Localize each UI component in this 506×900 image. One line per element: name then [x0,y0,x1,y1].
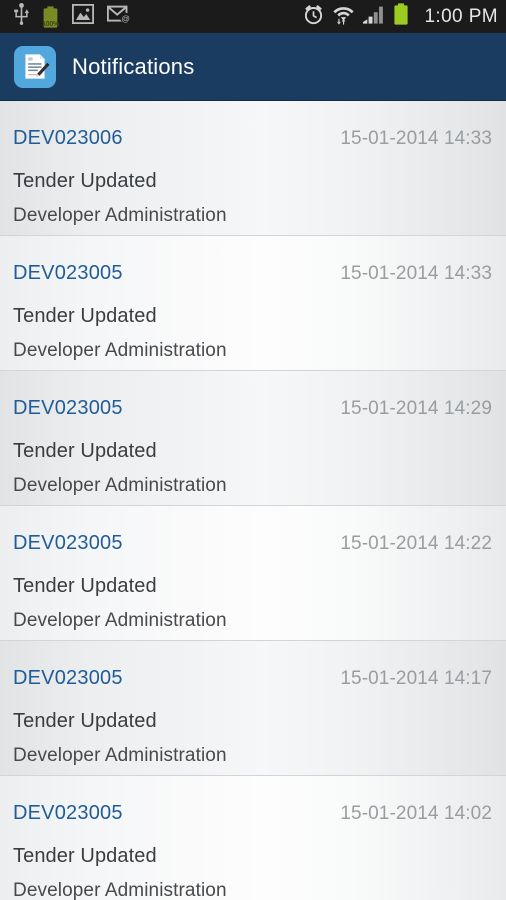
email-icon: @ [106,4,132,29]
notification-id[interactable]: DEV023005 [13,397,123,420]
battery-percent-label: 100% [42,20,59,28]
notification-list[interactable]: DEV023006 15-01-2014 14:33 Tender Update… [0,101,506,900]
alarm-icon [303,4,324,30]
wifi-icon [333,4,355,30]
notification-source: Developer Administration [13,610,227,631]
status-bar-right-icons: 1:00 PM [303,3,498,30]
notification-id[interactable]: DEV023005 [13,262,123,285]
notification-timestamp: 15-01-2014 14:29 [340,398,492,419]
notification-row-header: DEV023005 15-01-2014 14:29 [13,397,492,420]
notification-timestamp: 15-01-2014 14:33 [340,263,492,284]
battery-percent-icon: 100% [42,5,59,28]
notification-row-header: DEV023005 15-01-2014 14:02 [13,802,492,825]
notification-row-header: DEV023005 15-01-2014 14:33 [13,262,492,285]
notification-title: Tender Updated [13,305,157,327]
phone-screen: 100% @ 1:00 PM Notifications DEV023006 1… [0,0,506,900]
notification-row[interactable]: DEV023005 15-01-2014 14:29 Tender Update… [0,371,506,506]
notification-source: Developer Administration [13,475,227,496]
notification-row[interactable]: DEV023005 15-01-2014 14:22 Tender Update… [0,506,506,641]
notification-id[interactable]: DEV023006 [13,127,123,150]
notification-title: Tender Updated [13,170,157,192]
notification-id[interactable]: DEV023005 [13,532,123,555]
action-bar: Notifications [0,33,506,101]
notification-id[interactable]: DEV023005 [13,802,123,825]
notification-row[interactable]: DEV023005 15-01-2014 14:33 Tender Update… [0,236,506,371]
notification-source: Developer Administration [13,340,227,361]
notification-title: Tender Updated [13,845,157,867]
notification-row[interactable]: DEV023006 15-01-2014 14:33 Tender Update… [0,101,506,236]
page-title: Notifications [72,53,195,79]
notification-source: Developer Administration [13,205,227,226]
battery-icon [393,3,409,30]
notification-title: Tender Updated [13,575,157,597]
notification-timestamp: 15-01-2014 14:17 [340,668,492,689]
notification-row-header: DEV023006 15-01-2014 14:33 [13,127,492,150]
signal-icon [363,5,384,29]
notification-row-header: DEV023005 15-01-2014 14:17 [13,667,492,690]
notification-row[interactable]: DEV023005 15-01-2014 14:17 Tender Update… [0,641,506,776]
usb-icon [14,3,29,30]
notification-source: Developer Administration [13,745,227,766]
status-bar-left-icons: 100% @ [14,3,132,30]
notification-title: Tender Updated [13,710,157,732]
notification-title: Tender Updated [13,440,157,462]
notification-timestamp: 15-01-2014 14:22 [340,533,492,554]
notification-row-header: DEV023005 15-01-2014 14:22 [13,532,492,555]
notification-timestamp: 15-01-2014 14:02 [340,803,492,824]
svg-text:@: @ [121,13,130,23]
notification-timestamp: 15-01-2014 14:33 [340,128,492,149]
notification-id[interactable]: DEV023005 [13,667,123,690]
notification-row[interactable]: DEV023005 15-01-2014 14:02 Tender Update… [0,776,506,900]
notification-source: Developer Administration [13,880,227,900]
status-bar-clock: 1:00 PM [424,5,498,27]
document-edit-icon[interactable] [14,45,56,88]
image-icon [71,3,95,29]
status-bar: 100% @ 1:00 PM [0,0,506,33]
